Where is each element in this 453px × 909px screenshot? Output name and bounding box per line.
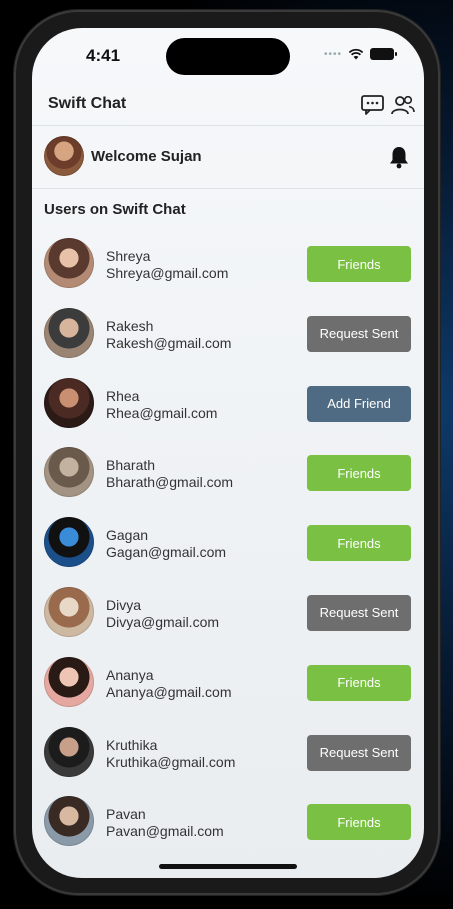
- user-email: Kruthika@gmail.com: [106, 753, 236, 770]
- user-avatar[interactable]: [44, 656, 94, 707]
- section-title: Users on Swift Chat: [44, 201, 186, 218]
- user-email: Pavan@gmail.com: [106, 823, 224, 840]
- user-name: Rhea: [106, 387, 140, 404]
- user-email: Ananya@gmail.com: [106, 683, 232, 700]
- friends-button[interactable]: Friends: [307, 246, 411, 282]
- current-user-avatar[interactable]: [44, 136, 84, 176]
- user-avatar[interactable]: [44, 726, 94, 777]
- signal-dots-icon: ••••: [323, 48, 342, 60]
- dynamic-island: [166, 38, 290, 75]
- user-row[interactable]: Rakesh Rakesh@gmail.com Request Sent: [32, 296, 424, 366]
- user-avatar[interactable]: [44, 377, 94, 428]
- user-avatar[interactable]: [44, 238, 94, 288]
- user-row[interactable]: Gagan Gagan@gmail.com Friends: [32, 505, 424, 575]
- status-bar: 4:41 ••••: [32, 28, 424, 90]
- request-sent-button[interactable]: Request Sent: [307, 315, 411, 352]
- request-sent-button[interactable]: Request Sent: [307, 594, 411, 631]
- app-title: Swift Chat: [48, 95, 127, 112]
- friends-button[interactable]: Friends: [307, 664, 411, 701]
- user-avatar[interactable]: [44, 586, 94, 637]
- status-time: 4:41: [86, 46, 121, 65]
- battery-icon: [370, 48, 397, 60]
- friends-button[interactable]: Friends: [307, 804, 411, 841]
- user-row[interactable]: Bharath Bharath@gmail.com Friends: [32, 435, 424, 505]
- user-email: Rakesh@gmail.com: [106, 334, 232, 351]
- header: Swift Chat: [32, 90, 424, 126]
- user-name: Gagan: [106, 527, 149, 544]
- user-name: Rakesh: [106, 317, 154, 334]
- friends-button[interactable]: Friends: [307, 455, 411, 492]
- user-email: Divya@gmail.com: [106, 613, 220, 630]
- user-row[interactable]: Kruthika Kruthika@gmail.com Request Sent: [32, 715, 424, 785]
- user-name: Bharath: [106, 457, 156, 474]
- user-avatar[interactable]: [44, 307, 94, 358]
- user-name: Ananya: [106, 666, 154, 683]
- user-row[interactable]: Divya Divya@gmail.com Request Sent: [32, 575, 424, 645]
- people-icon[interactable]: [390, 94, 416, 116]
- home-indicator[interactable]: [159, 864, 297, 869]
- user-email: Rhea@gmail.com: [106, 404, 218, 421]
- phone-screen: 4:41 •••• Swift Chat Welcome Sujan Users…: [32, 28, 424, 878]
- add-friend-button[interactable]: Add Friend: [307, 385, 411, 422]
- welcome-text: Welcome Sujan: [91, 148, 202, 165]
- user-name: Divya: [106, 596, 142, 613]
- request-sent-button[interactable]: Request Sent: [307, 734, 411, 771]
- user-row[interactable]: Pavan Pavan@gmail.com Friends: [32, 784, 424, 854]
- chat-bubble-icon[interactable]: [360, 94, 386, 116]
- user-avatar[interactable]: [44, 517, 94, 568]
- user-name: Kruthika: [106, 736, 158, 753]
- status-icons: ••••: [323, 48, 397, 60]
- user-name: Pavan: [106, 806, 146, 823]
- user-list: Shreya Shreya@gmail.com Friends Rakesh Rakes…: [32, 226, 424, 854]
- user-avatar[interactable]: [44, 447, 94, 498]
- friends-button[interactable]: Friends: [307, 525, 411, 562]
- user-avatar[interactable]: [44, 796, 94, 847]
- user-row[interactable]: Shreya Shreya@gmail.com Friends: [32, 226, 424, 296]
- welcome-row: Welcome Sujan: [32, 127, 424, 189]
- user-name: Shreya: [106, 248, 151, 264]
- user-email: Gagan@gmail.com: [106, 544, 227, 561]
- bell-icon[interactable]: [388, 145, 410, 169]
- user-row[interactable]: Ananya Ananya@gmail.com Friends: [32, 645, 424, 715]
- user-email: Bharath@gmail.com: [106, 474, 234, 491]
- wifi-icon: [348, 48, 364, 60]
- background: 4:41 •••• Swift Chat Welcome Sujan Users…: [0, 0, 453, 909]
- user-row[interactable]: Rhea Rhea@gmail.com Add Friend: [32, 366, 424, 436]
- user-email: Shreya@gmail.com: [106, 265, 229, 281]
